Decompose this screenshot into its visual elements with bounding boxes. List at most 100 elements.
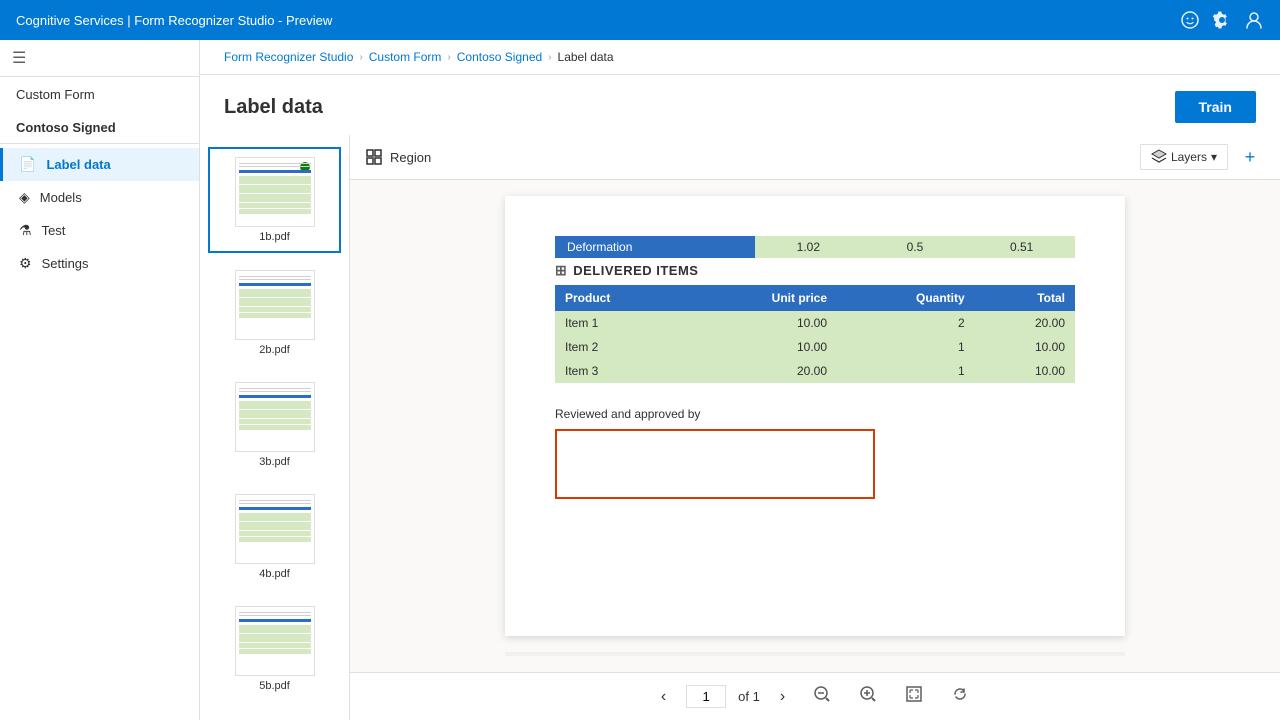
cell-qty-3: 1 <box>837 359 975 383</box>
breadcrumb-form-recognizer[interactable]: Form Recognizer Studio <box>224 50 353 64</box>
sidebar: ☰ Custom Form Contoso Signed 📄 Label dat… <box>0 40 200 720</box>
app-title: Cognitive Services | Form Recognizer Stu… <box>16 13 332 28</box>
breadcrumb: Form Recognizer Studio › Custom Form › C… <box>200 40 1280 75</box>
zoom-out-icon <box>813 685 831 703</box>
sidebar-label-data-label: Label data <box>46 157 110 172</box>
train-button[interactable]: Train <box>1175 91 1256 123</box>
sidebar-item-settings[interactable]: ⚙ Settings <box>0 247 199 280</box>
file-name-3b: 3b.pdf <box>259 456 290 468</box>
col-quantity: Quantity <box>837 285 975 311</box>
page-of-label: of 1 <box>738 689 760 704</box>
cell-product-2: Item 2 <box>555 335 686 359</box>
sidebar-project-name: Contoso Signed <box>0 112 199 144</box>
collapse-button[interactable]: ☰ <box>0 40 199 77</box>
deformation-val-1: 1.02 <box>755 240 862 254</box>
sidebar-nav: 📄 Label data ◈ Models ⚗ Test ⚙ Settings <box>0 144 199 284</box>
col-product: Product <box>555 285 686 311</box>
prev-page-button[interactable]: ‹ <box>653 684 674 710</box>
file-item-3b[interactable]: 3b.pdf <box>208 373 341 477</box>
file-item-4b[interactable]: 4b.pdf <box>208 485 341 589</box>
table-header-row: Product Unit price Quantity Total <box>555 285 1075 311</box>
models-icon: ◈ <box>19 189 30 206</box>
breadcrumb-custom-form[interactable]: Custom Form <box>369 50 442 64</box>
main-content: Form Recognizer Studio › Custom Form › C… <box>200 40 1280 720</box>
sidebar-models-label: Models <box>40 190 82 205</box>
hamburger-icon: ☰ <box>12 50 26 67</box>
cell-product-3: Item 3 <box>555 359 686 383</box>
deformation-values: 1.02 0.5 0.51 <box>755 236 1075 258</box>
delivered-items-title: ⊞ DELIVERED ITEMS <box>555 262 1075 279</box>
document-page-2-partial <box>505 652 1125 656</box>
file-item-5b[interactable]: 5b.pdf <box>208 597 341 701</box>
region-label: Region <box>390 150 431 165</box>
sidebar-item-models[interactable]: ◈ Models <box>0 181 199 214</box>
signature-label: Reviewed and approved by <box>555 407 1075 421</box>
file-thumbnail-3b <box>235 382 315 452</box>
zoom-out-button[interactable] <box>805 681 839 712</box>
cell-total-2: 10.00 <box>975 335 1075 359</box>
topbar: Cognitive Services | Form Recognizer Stu… <box>0 0 1280 40</box>
settings-nav-icon: ⚙ <box>19 255 32 272</box>
cell-price-3: 20.00 <box>686 359 837 383</box>
table-row: Item 3 20.00 1 10.00 <box>555 359 1075 383</box>
deformation-row: Deformation 1.02 0.5 0.51 <box>555 236 1075 258</box>
fit-page-button[interactable] <box>897 681 931 712</box>
deformation-val-2: 0.5 <box>862 240 969 254</box>
layers-button[interactable]: Layers ▾ <box>1140 144 1228 170</box>
rotate-button[interactable] <box>943 681 977 712</box>
file-name-2b: 2b.pdf <box>259 344 290 356</box>
file-item-2b[interactable]: 2b.pdf <box>208 261 341 365</box>
content-area: 1b.pdf 2b.pdf <box>200 135 1280 720</box>
rotate-icon <box>951 685 969 703</box>
fit-page-icon <box>905 685 923 703</box>
layers-icon <box>1151 149 1167 165</box>
cell-product-1: Item 1 <box>555 311 686 335</box>
delivered-items-section: ⊞ DELIVERED ITEMS Product Unit price Qua… <box>555 262 1075 383</box>
file-thumbnail-4b <box>235 494 315 564</box>
region-icon <box>366 149 382 165</box>
page-header: Label data Train <box>200 75 1280 135</box>
test-icon: ⚗ <box>19 222 32 239</box>
signature-section: Reviewed and approved by <box>555 407 1075 499</box>
breadcrumb-sep-2: › <box>447 52 450 63</box>
file-thumbnail-2b <box>235 270 315 340</box>
document-page-1: Deformation 1.02 0.5 0.51 ⊞ DELIVERED IT… <box>505 196 1125 636</box>
document-viewer: Region Layers ▾ + <box>350 135 1280 720</box>
deformation-val-3: 0.51 <box>968 240 1075 254</box>
sidebar-app-title: Custom Form <box>0 77 199 112</box>
next-page-button[interactable]: › <box>772 684 793 710</box>
breadcrumb-sep-3: › <box>548 52 551 63</box>
file-name-4b: 4b.pdf <box>259 568 290 580</box>
file-item-1b[interactable]: 1b.pdf <box>208 147 341 253</box>
add-region-button[interactable]: + <box>1236 143 1264 171</box>
cell-total-1: 20.00 <box>975 311 1075 335</box>
items-table: Product Unit price Quantity Total Item 1… <box>555 285 1075 383</box>
cell-price-1: 10.00 <box>686 311 837 335</box>
breadcrumb-contoso-signed[interactable]: Contoso Signed <box>457 50 542 64</box>
sidebar-item-label-data[interactable]: 📄 Label data <box>0 148 199 181</box>
cell-total-3: 10.00 <box>975 359 1075 383</box>
file-thumbnail-5b <box>235 606 315 676</box>
table-row: Item 1 10.00 2 20.00 <box>555 311 1075 335</box>
pagination-bar: ‹ of 1 › <box>350 672 1280 720</box>
page-number-input[interactable] <box>686 685 726 708</box>
page-title: Label data <box>224 96 323 119</box>
layers-label: Layers <box>1171 150 1207 164</box>
settings-icon[interactable] <box>1212 10 1232 30</box>
col-unit-price: Unit price <box>686 285 837 311</box>
label-data-icon: 📄 <box>19 156 36 173</box>
region-toolbar: Region Layers ▾ + <box>350 135 1280 180</box>
sidebar-item-test[interactable]: ⚗ Test <box>0 214 199 247</box>
signature-box <box>555 429 875 499</box>
zoom-in-button[interactable] <box>851 681 885 712</box>
user-icon[interactable] <box>1244 10 1264 30</box>
deformation-label: Deformation <box>555 236 755 258</box>
cell-price-2: 10.00 <box>686 335 837 359</box>
zoom-in-icon <box>859 685 877 703</box>
file-name-5b: 5b.pdf <box>259 680 290 692</box>
cell-qty-1: 2 <box>837 311 975 335</box>
file-panel: 1b.pdf 2b.pdf <box>200 135 350 720</box>
smiley-icon[interactable] <box>1180 10 1200 30</box>
sidebar-settings-label: Settings <box>42 256 89 271</box>
cell-qty-2: 1 <box>837 335 975 359</box>
